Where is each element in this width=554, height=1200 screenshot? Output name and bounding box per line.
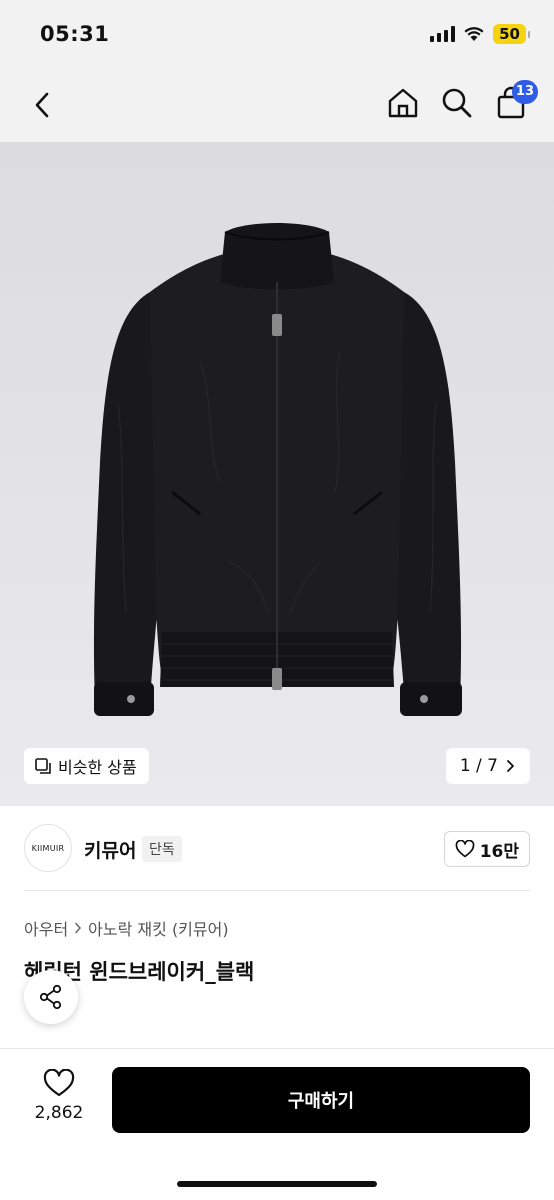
bottom-action-bar: 2,862 구매하기 [0, 1048, 554, 1200]
signal-icon [430, 26, 456, 42]
buy-button[interactable]: 구매하기 [112, 1067, 530, 1133]
home-icon[interactable] [386, 86, 420, 120]
home-indicator [177, 1181, 377, 1187]
back-arrow-icon[interactable] [28, 90, 58, 120]
cart-button[interactable]: 13 [494, 80, 538, 120]
cart-count-badge: 13 [511, 80, 538, 104]
brand-like-count: 16만 [479, 841, 519, 862]
breadcrumb: 아우터 아노락 재킷 (키뮤어) [24, 916, 229, 940]
status-bar: 05:31 50 [0, 0, 554, 70]
chevron-right-icon [507, 760, 514, 772]
divider [24, 890, 530, 891]
copy-icon [35, 758, 51, 774]
brand-row: KIIMUIR 키뮤어 단독 16만 [0, 806, 554, 890]
status-time: 05:31 [40, 22, 110, 46]
exclusive-badge: 단독 [142, 836, 182, 862]
wishlist-button[interactable]: 2,862 [28, 1068, 90, 1123]
share-button[interactable] [24, 970, 78, 1024]
jacket-product-image [0, 142, 554, 806]
chevron-right-icon [75, 922, 82, 934]
wifi-icon [464, 27, 484, 41]
brand-logo[interactable]: KIIMUIR [24, 824, 72, 872]
heart-icon [455, 840, 475, 858]
share-icon [39, 984, 62, 1010]
brand-like-button[interactable]: 16만 [443, 831, 530, 867]
search-icon[interactable] [440, 86, 474, 120]
similar-products-label: 비슷한 상품 [58, 758, 137, 777]
wishlist-count: 2,862 [34, 1103, 84, 1123]
heart-icon [43, 1068, 75, 1097]
top-nav: 13 [0, 70, 554, 142]
product-image-gallery[interactable]: 비슷한 상품 1 / 7 [0, 142, 554, 806]
similar-products-button[interactable]: 비슷한 상품 [24, 748, 149, 784]
brand-name[interactable]: 키뮤어 [84, 836, 136, 863]
image-pager-button[interactable]: 1 / 7 [445, 748, 530, 784]
status-icons: 50 [430, 24, 530, 44]
breadcrumb-item[interactable]: 아우터 [24, 916, 68, 940]
image-page-indicator: 1 / 7 [459, 756, 498, 776]
battery-indicator: 50 [493, 24, 530, 44]
breadcrumb-item[interactable]: 아노락 재킷 (키뮤어) [88, 916, 228, 940]
brand-logo-text: KIIMUIR [31, 843, 65, 853]
